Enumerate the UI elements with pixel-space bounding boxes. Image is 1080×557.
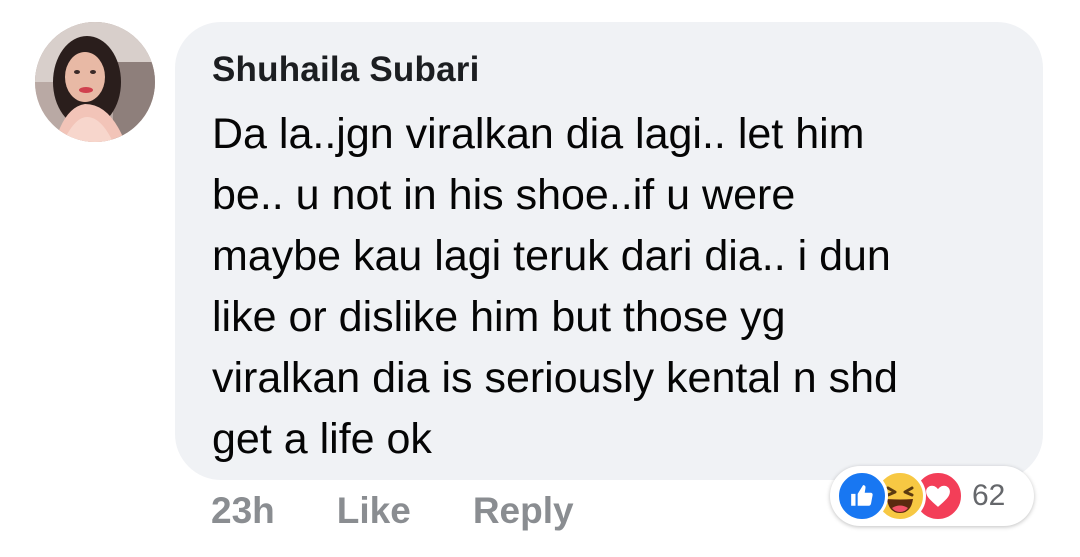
reply-button[interactable]: Reply	[473, 490, 574, 532]
comment-bubble: Shuhaila Subari Da la..jgn viralkan dia …	[175, 22, 1043, 480]
reactions-summary[interactable]: 62	[830, 466, 1034, 526]
comment-actions: 23h Like Reply	[211, 487, 574, 535]
profile-photo	[35, 22, 155, 142]
like-icon	[836, 470, 888, 522]
avatar[interactable]	[35, 22, 155, 142]
comment-timestamp[interactable]: 23h	[211, 490, 275, 532]
comment-text: Da la..jgn viralkan dia lagi.. let him b…	[212, 110, 898, 463]
reaction-count: 62	[972, 479, 1006, 512]
comment-author[interactable]: Shuhaila Subari	[212, 48, 1013, 92]
like-button[interactable]: Like	[337, 490, 411, 532]
